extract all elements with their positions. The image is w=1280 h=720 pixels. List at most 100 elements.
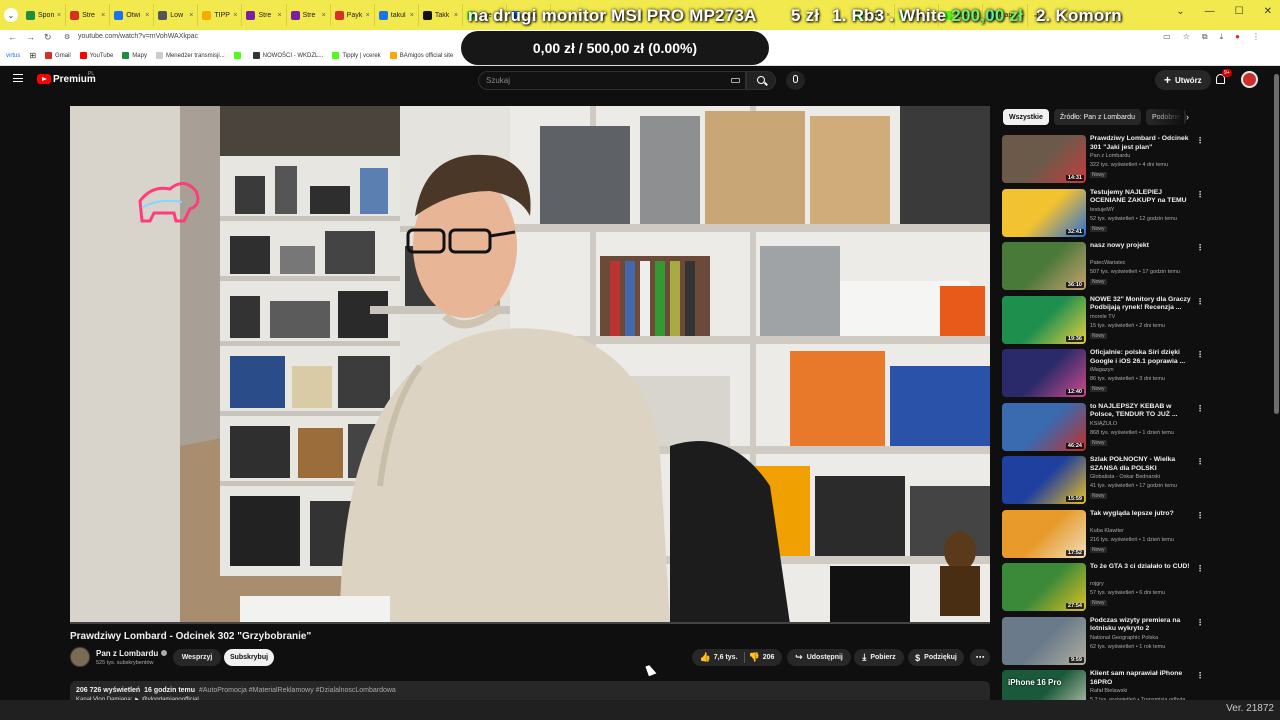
recommendation-item[interactable]: 17:52 Tak wygląda lepsze jutro? Kuba Klawi… — [1002, 509, 1204, 560]
recommendation-channel[interactable]: rojgry — [1090, 581, 1104, 587]
bookmark-item[interactable]: BAmigos official site — [389, 52, 453, 59]
thanks-button[interactable]: $ Podziękuj — [908, 649, 964, 666]
browser-tab[interactable]: Stre × — [287, 4, 331, 26]
browser-tab[interactable]: Otwi × — [110, 4, 155, 26]
more-options-icon[interactable]: ⋮ — [1196, 404, 1204, 413]
recommendation-title[interactable]: Tak wygląda lepsze jutro? — [1090, 510, 1192, 519]
url-field[interactable]: youtube.com/watch?v=mVohWAXkpac — [78, 33, 198, 40]
more-options-icon[interactable]: ⋮ — [1196, 136, 1204, 145]
recommendation-channel[interactable]: Globalista - Oskar Bednarski — [1090, 474, 1160, 480]
browser-menu-icon[interactable]: ⋮ — [1252, 32, 1260, 42]
bookmark-item[interactable] — [233, 52, 244, 59]
channel-avatar[interactable] — [70, 647, 90, 667]
tab-close-icon[interactable]: × — [454, 12, 458, 19]
tab-search-icon[interactable]: ⌄ — [4, 8, 18, 22]
video-thumbnail[interactable]: 17:52 — [1002, 509, 1086, 558]
recommendation-channel[interactable]: iMagazyn — [1090, 367, 1114, 373]
recommendation-channel[interactable]: Kuba Klawiter — [1090, 528, 1124, 534]
chevron-right-icon[interactable]: › — [1186, 112, 1189, 122]
more-actions-button[interactable]: ⋯ — [970, 649, 990, 666]
more-options-icon[interactable]: ⋮ — [1196, 618, 1204, 627]
more-options-icon[interactable]: ⋮ — [1196, 243, 1204, 252]
recommendation-title[interactable]: To że GTA 3 ci działało to CUD! — [1090, 563, 1192, 572]
recommendation-item[interactable]: 32:41 Testujemy NAJLEPIEJ OCENIANE ZAKUPY… — [1002, 188, 1204, 239]
recommendation-channel[interactable]: testujeMY — [1090, 207, 1114, 213]
recommendation-channel[interactable]: Rafał Bielawski — [1090, 688, 1127, 694]
reload-icon[interactable]: ↻ — [44, 32, 52, 43]
video-thumbnail[interactable]: 9:59 — [1002, 616, 1086, 665]
recommendation-channel[interactable]: PatecWariatec — [1090, 260, 1126, 266]
recommendation-title[interactable]: nasz nowy projekt — [1090, 242, 1192, 251]
profile-icon[interactable]: ● — [1235, 32, 1240, 42]
video-thumbnail[interactable]: 36:10 — [1002, 242, 1086, 290]
recommendation-title[interactable]: Podczas wizyty premiera na lotnisku wykr… — [1090, 617, 1192, 634]
dislike-button[interactable]: 👎 206 — [749, 652, 775, 663]
bookmark-item[interactable]: NOWOŚCI - WKDZL... — [252, 52, 323, 59]
bookmark-item[interactable]: Mapy — [122, 52, 147, 59]
more-options-icon[interactable]: ⋮ — [1196, 297, 1204, 306]
video-player[interactable] — [70, 106, 990, 624]
tab-close-icon[interactable]: × — [366, 12, 370, 19]
browser-tab[interactable]: Spon × — [22, 4, 67, 26]
more-options-icon[interactable]: ⋮ — [1196, 511, 1204, 520]
browser-tab[interactable]: Takk × — [419, 4, 463, 26]
filter-chip[interactable]: Źródło: Pan z Lombardu — [1053, 109, 1141, 125]
recommendation-item[interactable]: 12:40 Oficjalnie: polska Siri dzięki Goog… — [1002, 349, 1204, 399]
browser-tab[interactable]: TIPPI × — [198, 4, 243, 26]
browser-tab[interactable]: Payk × — [331, 4, 375, 26]
recommendation-title[interactable]: Oficjalnie: polska Siri dzięki Google i … — [1090, 349, 1192, 366]
recommendation-item[interactable]: 14:31 Prawdziwy Lombard - Odcinek 301 "Ja… — [1002, 135, 1204, 185]
like-button[interactable]: 👍 7,6 tys. — [700, 652, 745, 663]
bookmark-item[interactable]: Gmail — [45, 52, 71, 59]
channel-name[interactable]: Pan z Lombardu — [96, 649, 168, 658]
extensions-icon[interactable]: ⧉ — [1202, 32, 1208, 42]
more-options-icon[interactable]: ⋮ — [1196, 457, 1204, 466]
recommendation-item[interactable]: 19:36 NOWE 32" Monitory dla Graczy Podbij… — [1002, 295, 1204, 346]
video-thumbnail[interactable]: 27:54 — [1002, 563, 1086, 611]
browser-tab[interactable]: Stre × — [242, 4, 287, 26]
close-button[interactable]: ✕ — [1264, 6, 1272, 17]
tab-close-icon[interactable]: × — [410, 12, 414, 19]
browser-tab[interactable]: takul × — [375, 4, 419, 26]
back-icon[interactable]: ← — [8, 32, 17, 42]
subscribe-button[interactable]: Subskrybuj — [224, 649, 274, 666]
keyboard-icon[interactable] — [731, 78, 740, 83]
tab-close-icon[interactable]: × — [277, 12, 281, 19]
apps-grid-icon[interactable]: ⊞ — [29, 51, 36, 60]
recommendation-channel[interactable]: Pan z Lombardu — [1090, 153, 1130, 159]
recommendation-item[interactable]: 36:10 nasz nowy projekt PatecWariatec 507 t… — [1002, 242, 1204, 292]
recommendation-channel[interactable]: National Geographic Polska — [1090, 635, 1158, 641]
tab-close-icon[interactable]: × — [57, 12, 61, 19]
hashtags[interactable]: #AutoPromocja #MaterialReklamowy #Dziala… — [199, 687, 396, 694]
youtube-logo-icon[interactable] — [37, 74, 51, 84]
voice-search-button[interactable] — [786, 71, 805, 90]
recommendation-channel[interactable]: morele TV — [1090, 314, 1115, 320]
recommendation-title[interactable]: NOWE 32" Monitory dla Graczy Podbijają r… — [1090, 296, 1192, 313]
page-scrollbar[interactable] — [1273, 66, 1280, 700]
site-info-icon[interactable]: ⚙ — [64, 33, 70, 41]
recommendation-item[interactable]: 27:54 To że GTA 3 ci działało to CUD! rojg… — [1002, 563, 1204, 613]
search-input[interactable] — [479, 72, 719, 89]
bookmark-item[interactable]: YouTube — [79, 52, 113, 59]
create-button[interactable]: + Utwórz — [1155, 70, 1211, 90]
bookmark-star-icon[interactable]: ☆ — [1183, 32, 1190, 42]
bookmark-virtus[interactable]: virtus — [6, 53, 20, 59]
video-thumbnail[interactable]: 12:40 — [1002, 349, 1086, 397]
bookmark-item[interactable]: Menedżer transmisji... — [155, 52, 225, 59]
more-options-icon[interactable]: ⋮ — [1196, 564, 1204, 573]
video-progress-bar[interactable] — [70, 622, 990, 624]
recommendation-title[interactable]: to NAJLEPSZY KEBAB w Polsce, TENDUR TO J… — [1090, 403, 1192, 420]
forward-icon[interactable]: → — [26, 32, 35, 42]
filter-chip[interactable]: Wszystkie — [1003, 109, 1049, 125]
video-thumbnail[interactable]: 15:59 — [1002, 456, 1086, 504]
video-thumbnail[interactable]: 19:36 — [1002, 295, 1086, 344]
support-button[interactable]: Wesprzyj — [173, 649, 221, 666]
recommendation-title[interactable]: Szlak PÓŁNOCNY - Wielka SZANSA dla POLSK… — [1090, 456, 1192, 473]
chevron-down-icon[interactable]: ⌄ — [1176, 6, 1184, 17]
search-button[interactable] — [746, 71, 776, 90]
video-thumbnail[interactable]: 46:24 — [1002, 402, 1086, 451]
cast-icon[interactable]: ▭ — [1163, 32, 1171, 42]
recommendation-title[interactable]: Prawdziwy Lombard - Odcinek 301 "Jaki je… — [1090, 135, 1192, 152]
tab-close-icon[interactable]: × — [145, 12, 149, 19]
recommendation-item[interactable]: 15:59 Szlak PÓŁNOCNY - Wielka SZANSA dla … — [1002, 456, 1204, 506]
